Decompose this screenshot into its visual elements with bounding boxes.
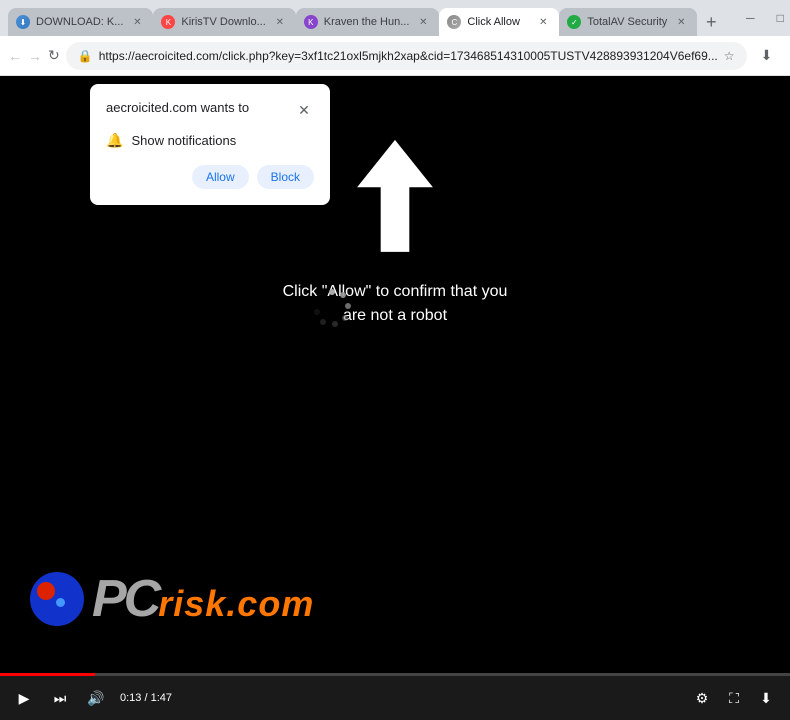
- notification-popup: aecroicited.com wants to ✕ 🔔 Show notifi…: [90, 84, 330, 205]
- arrow-up-icon: [335, 136, 455, 256]
- download-video-button[interactable]: ⬇: [754, 686, 778, 710]
- tab-strip: ⬇ DOWNLOAD: K... ✕ K KirisTV Downlo... ✕…: [8, 0, 725, 36]
- pcrisk-ball-dot1: [37, 582, 55, 600]
- url-text: https://aecroicited.com/click.php?key=3x…: [99, 49, 718, 63]
- tab-favicon-download: ⬇: [16, 15, 30, 29]
- loading-spinner: [310, 286, 354, 330]
- bell-icon: 🔔: [106, 132, 123, 149]
- tab-title-kiris: KirisTV Downlo...: [181, 16, 265, 28]
- browser-window: ⬇ DOWNLOAD: K... ✕ K KirisTV Downlo... ✕…: [0, 0, 790, 720]
- tab-close-click[interactable]: ✕: [535, 14, 551, 30]
- video-progress-fill: [0, 673, 95, 676]
- video-controls: ▶ ⏭ 🔊 0:13 / 1:47 ⚙ ⛶ ⬇: [0, 676, 790, 720]
- tab-click-allow[interactable]: C Click Allow ✕: [439, 8, 559, 36]
- fullscreen-button[interactable]: ⛶: [722, 686, 746, 710]
- tab-favicon-kraven: K: [304, 15, 318, 29]
- tab-close-download[interactable]: ✕: [129, 14, 145, 30]
- pcrisk-logo: PC risk.com: [30, 572, 314, 626]
- time-total: 1:47: [151, 692, 172, 704]
- allow-button[interactable]: Allow: [192, 165, 249, 189]
- tab-download[interactable]: ⬇ DOWNLOAD: K... ✕: [8, 8, 153, 36]
- lock-icon: 🔒: [78, 49, 93, 63]
- pcrisk-text: PC risk.com: [92, 573, 314, 625]
- popup-buttons: Allow Block: [106, 165, 314, 189]
- tab-kiris[interactable]: K KirisTV Downlo... ✕: [153, 8, 295, 36]
- spinner: [310, 286, 354, 330]
- popup-title: aecroicited.com wants to: [106, 100, 249, 115]
- tab-title-totalav: TotalAV Security: [587, 16, 667, 28]
- profile-icon[interactable]: 👤: [785, 42, 790, 70]
- tab-close-kiris[interactable]: ✕: [272, 14, 288, 30]
- pcrisk-ball-dot2: [56, 598, 65, 607]
- reload-button[interactable]: ↻: [48, 42, 60, 70]
- popup-close-button[interactable]: ✕: [294, 100, 314, 120]
- bookmark-icon[interactable]: ☆: [724, 49, 735, 63]
- maximize-button[interactable]: □: [767, 8, 790, 28]
- volume-button[interactable]: 🔊: [84, 686, 108, 710]
- popup-header: aecroicited.com wants to ✕: [106, 100, 314, 120]
- video-progress-bar[interactable]: [0, 673, 790, 676]
- back-button[interactable]: ←: [8, 42, 22, 70]
- tab-favicon-click: C: [447, 15, 461, 29]
- pcrisk-ball: [30, 572, 84, 626]
- tab-close-kraven[interactable]: ✕: [415, 14, 431, 30]
- page-background: aecroicited.com wants to ✕ 🔔 Show notifi…: [0, 76, 790, 676]
- tab-favicon-totalav: ✓: [567, 15, 581, 29]
- tab-kraven[interactable]: K Kraven the Hun... ✕: [296, 8, 440, 36]
- tab-close-totalav[interactable]: ✕: [673, 14, 689, 30]
- time-display: 0:13 / 1:47: [120, 692, 172, 704]
- address-bar: ← → ↻ 🔒 https://aecroicited.com/click.ph…: [0, 36, 790, 76]
- tab-favicon-kiris: K: [161, 15, 175, 29]
- toolbar-icons: ⬇ 👤 ⋮: [753, 42, 790, 70]
- pc-text: PC: [92, 573, 158, 625]
- url-bar[interactable]: 🔒 https://aecroicited.com/click.php?key=…: [66, 42, 747, 70]
- time-current: 0:13: [120, 692, 141, 704]
- page-content: aecroicited.com wants to ✕ 🔔 Show notifi…: [0, 76, 790, 720]
- skip-button[interactable]: ⏭: [48, 686, 72, 710]
- arrow-container: [335, 136, 455, 256]
- play-button[interactable]: ▶: [12, 686, 36, 710]
- controls-right: ⚙ ⛶ ⬇: [690, 686, 778, 710]
- block-button[interactable]: Block: [257, 165, 314, 189]
- forward-button[interactable]: →: [28, 42, 42, 70]
- window-controls: ─ □ ✕: [737, 8, 790, 28]
- popup-notification-row: 🔔 Show notifications: [106, 132, 314, 149]
- tab-totalav[interactable]: ✓ TotalAV Security ✕: [559, 8, 697, 36]
- download-icon[interactable]: ⬇: [753, 42, 781, 70]
- tab-title-kraven: Kraven the Hun...: [324, 16, 410, 28]
- minimize-button[interactable]: ─: [737, 8, 763, 28]
- settings-button[interactable]: ⚙: [690, 686, 714, 710]
- tab-title-click: Click Allow: [467, 16, 529, 28]
- new-tab-button[interactable]: +: [697, 8, 725, 36]
- risk-text: risk.com: [158, 586, 314, 622]
- tab-title-download: DOWNLOAD: K...: [36, 16, 123, 28]
- title-bar: ⬇ DOWNLOAD: K... ✕ K KirisTV Downlo... ✕…: [0, 0, 790, 36]
- notification-label: Show notifications: [131, 133, 236, 148]
